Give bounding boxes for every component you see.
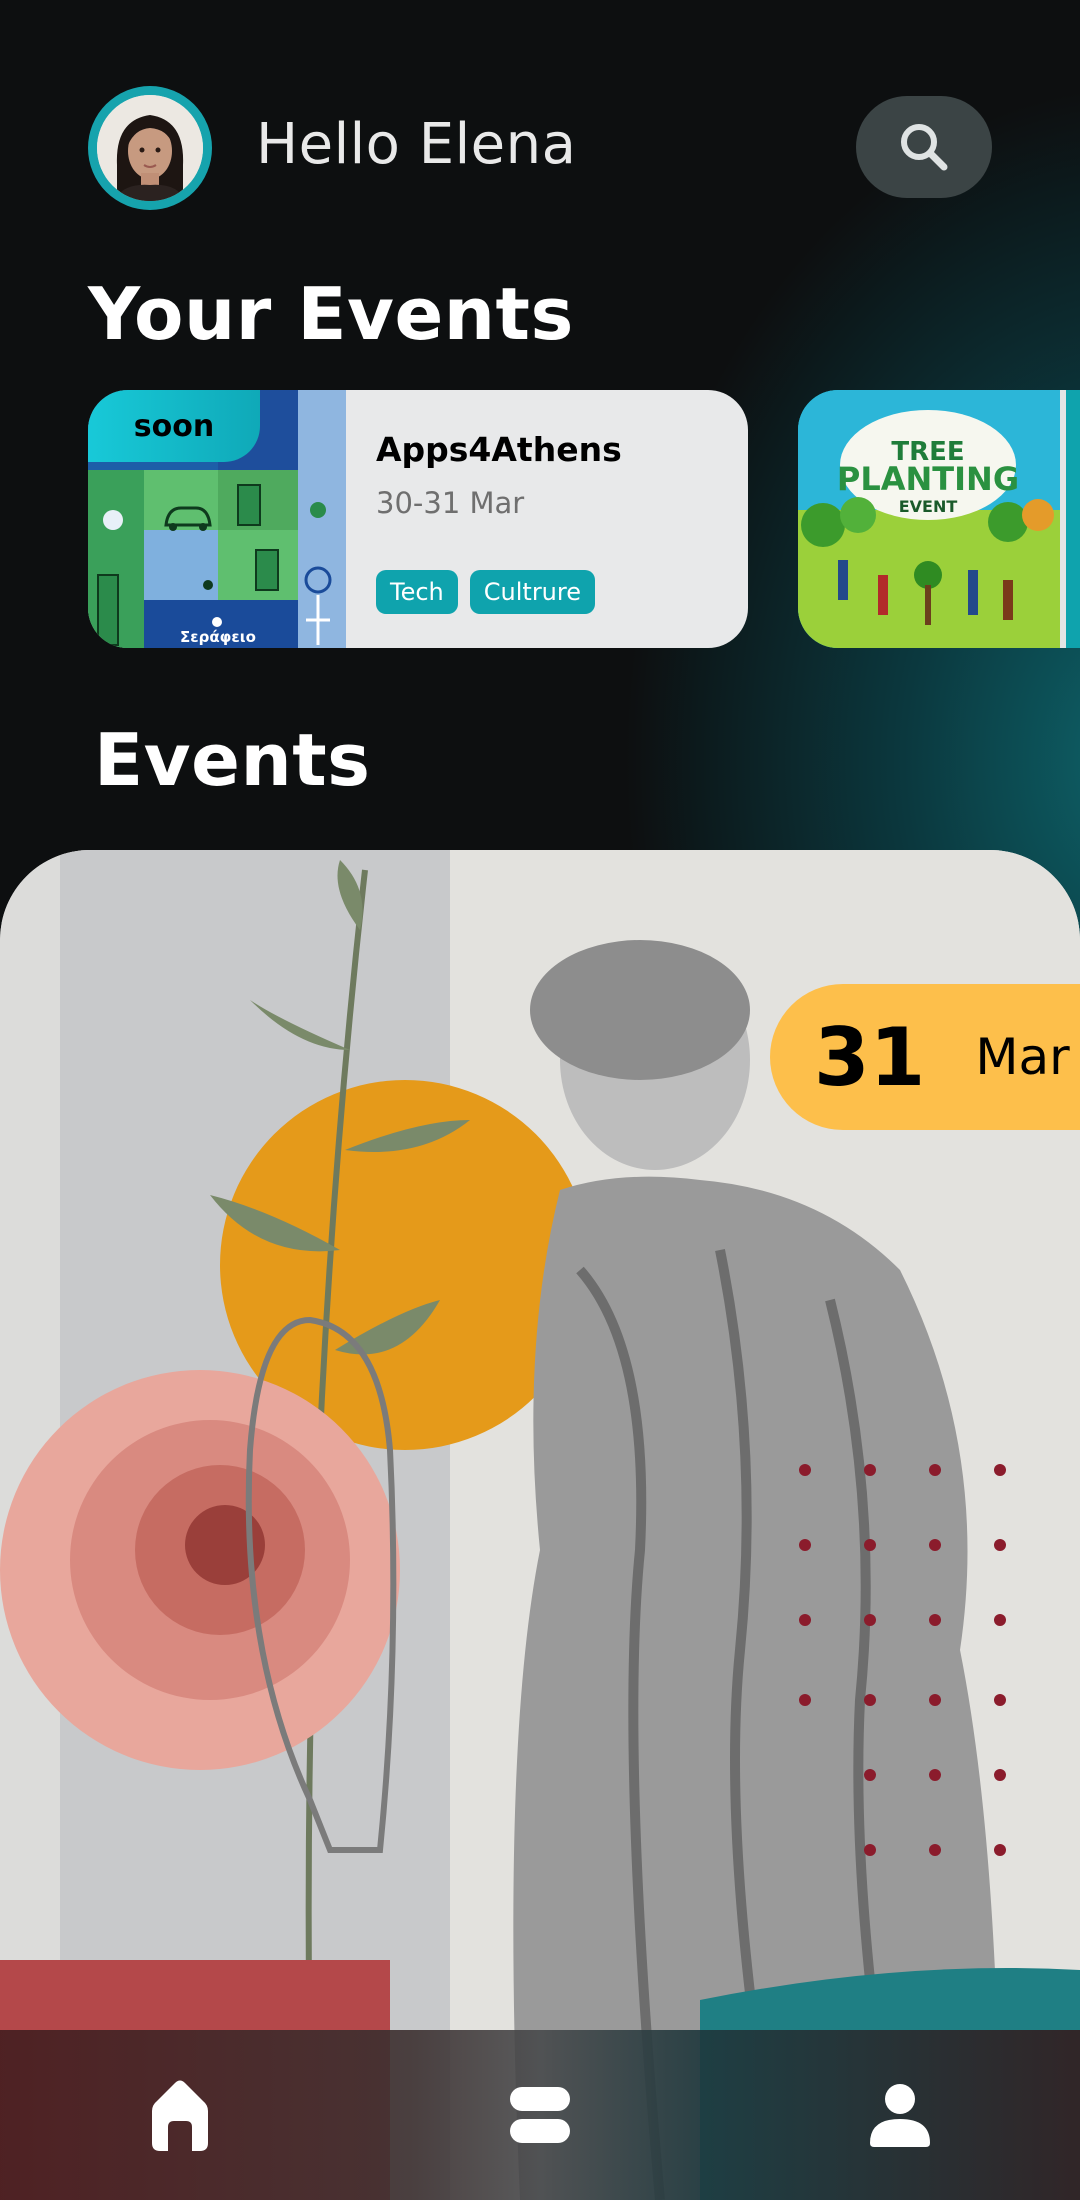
events-title: Events	[94, 718, 371, 802]
tree-heading-2: PLANTING	[837, 460, 1019, 498]
event-tags: Tech Cultrure	[376, 570, 595, 614]
event-card-apps4athens[interactable]: Σεράφειο soon Apps4Athens 30-31 Mar Tech…	[88, 390, 748, 648]
event-date-pill: 31 Mar	[770, 984, 1080, 1130]
tag-tech[interactable]: Tech	[376, 570, 458, 614]
thumb-caption: Σεράφειο	[180, 628, 256, 646]
greeting: Hello Elena	[256, 112, 577, 177]
tree-planting-thumbnail: TREE PLANTING EVENT	[798, 390, 1066, 648]
home-icon	[152, 2080, 208, 2151]
tag-culture[interactable]: Cultrure	[469, 570, 595, 614]
your-events-title: Your Events	[88, 272, 574, 356]
profile-icon	[870, 2084, 930, 2147]
status-badge: soon	[88, 390, 260, 462]
search-icon	[901, 124, 948, 171]
event-title: Apps4Athens	[376, 430, 622, 469]
nav-list[interactable]	[480, 2055, 600, 2175]
nav-profile[interactable]	[840, 2055, 960, 2175]
nav-home[interactable]	[120, 2055, 240, 2175]
event-date: 30-31 Mar	[376, 486, 525, 520]
list-icon	[510, 2087, 570, 2143]
search-button[interactable]	[856, 96, 992, 198]
bottom-navigation	[0, 2030, 1080, 2200]
avatar[interactable]	[88, 86, 212, 210]
event-month: Mar	[975, 1028, 1070, 1086]
event-day: 31	[814, 1010, 926, 1104]
tree-heading-3: EVENT	[899, 497, 958, 516]
avatar-photo	[97, 95, 203, 201]
event-card-tree-planting[interactable]: TREE PLANTING EVENT	[798, 390, 1080, 648]
